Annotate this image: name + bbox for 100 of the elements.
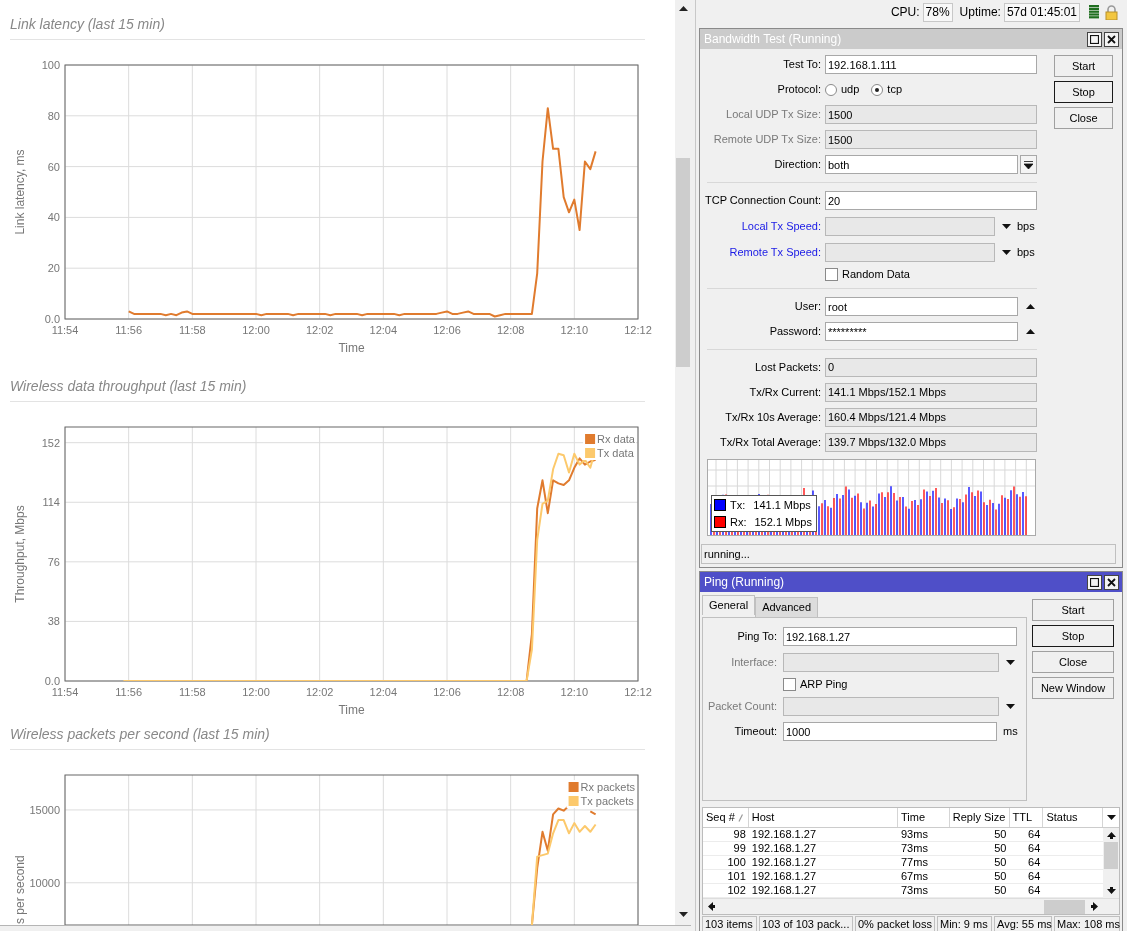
axis-tick-label: 0.0 — [44, 675, 60, 687]
text-field[interactable]: 1000 — [783, 722, 997, 741]
scroll-thumb[interactable] — [676, 158, 690, 367]
column-header[interactable]: Reply Size — [949, 808, 1010, 827]
axis-tick-label: 10000 — [29, 876, 60, 889]
table-cell-text: 192.168.1.27 — [750, 842, 817, 856]
field-label: Lost Packets: — [753, 360, 821, 376]
table-cell-text: 50 — [993, 842, 1008, 856]
dialog-button[interactable]: Start — [1032, 599, 1114, 621]
tab[interactable]: Advanced — [755, 597, 819, 617]
scrollbar[interactable] — [1103, 828, 1119, 898]
status-cell: Max: 108 ms — [1054, 916, 1120, 931]
axis-tick-label: 38 — [47, 615, 60, 628]
checkbox[interactable] — [783, 677, 796, 691]
tab[interactable]: General — [702, 595, 756, 615]
field-label: Remote UDP Tx Size: — [712, 132, 821, 148]
column-header[interactable]: Host — [748, 808, 899, 827]
scroll-thumb[interactable] — [1044, 900, 1085, 914]
axis-tick-label: 11:56 — [115, 324, 143, 336]
axis-tick-label: 12:02 — [305, 686, 334, 698]
field-label: Tx/Rx Total Average: — [718, 435, 821, 451]
arrow-down-icon[interactable] — [1024, 160, 1033, 169]
dialog-button[interactable]: New Window — [1032, 677, 1114, 699]
text-field[interactable]: 20 — [825, 191, 1037, 210]
table-cell-text: 101 — [726, 870, 747, 884]
axis-tick-label: 12:12 — [624, 686, 652, 698]
caret-up-icon[interactable] — [1025, 329, 1035, 334]
dialog-button[interactable]: Stop — [1032, 625, 1114, 647]
field-label: Interface: — [730, 654, 777, 670]
text-field[interactable]: 192.168.1.111 — [825, 55, 1037, 74]
scrollbar[interactable] — [703, 898, 1119, 914]
table-cell-text: 64 — [1027, 842, 1042, 856]
dropdown-button[interactable] — [1020, 155, 1037, 174]
axis-tick-label: 12:00 — [242, 686, 270, 698]
caret-down-icon[interactable] — [1001, 249, 1011, 255]
axis-tick-label: 12:02 — [305, 324, 334, 336]
caret-down-icon[interactable] — [1001, 223, 1011, 229]
field-label: Tx/Rx 10s Average: — [724, 410, 821, 426]
scroll-down-icon[interactable] — [678, 912, 688, 917]
legend-label: Rx data — [597, 433, 635, 445]
scroll-up-icon[interactable] — [1106, 831, 1116, 840]
axis-tick-label: 100 — [41, 59, 60, 71]
column-header[interactable]: TTL — [1009, 808, 1044, 827]
field-label: Timeout: — [733, 724, 777, 740]
dialog-button[interactable]: Start — [1054, 55, 1113, 77]
axis-tick-label: 11:58 — [178, 324, 206, 336]
radio-label: udp — [841, 82, 860, 98]
dialog-button[interactable]: Close — [1032, 651, 1114, 673]
cpu-readout: 78% — [922, 2, 953, 22]
field-label: Password: — [768, 324, 821, 340]
legend-swatch — [585, 434, 596, 444]
sort-icon[interactable] — [737, 813, 743, 822]
axis-title: Time — [338, 341, 365, 355]
value-display: 0 — [825, 358, 1037, 377]
axis-tick-label: 0.0 — [44, 313, 60, 325]
value-display: 139.7 Mbps/132.0 Mbps — [825, 433, 1037, 452]
axis-tick-label: 76 — [47, 555, 60, 568]
dialog-button[interactable]: Close — [1054, 107, 1113, 129]
field-label: Local Tx Speed: — [740, 218, 821, 234]
field-label: Ping To: — [736, 629, 777, 645]
scroll-thumb[interactable] — [1104, 842, 1118, 869]
dialog-button[interactable]: Stop — [1054, 81, 1113, 103]
table-cell-text: 64 — [1027, 856, 1042, 870]
axis-tick-label: 12:10 — [560, 686, 589, 698]
unit-label: bps — [1017, 244, 1035, 260]
caret-up-icon[interactable] — [1025, 304, 1035, 309]
status-cell: 0% packet loss — [855, 916, 935, 931]
status-cell: Min: 9 ms — [937, 916, 992, 931]
axis-title: Link latency, ms — [13, 149, 27, 235]
field-label: Direction: — [773, 157, 821, 173]
axis-tick-label: 12:10 — [560, 324, 589, 336]
field-label: Test To: — [782, 57, 821, 73]
text-field[interactable]: 192.168.1.27 — [783, 627, 1017, 646]
axis-tick-label: 12:00 — [242, 324, 270, 336]
scroll-left-icon[interactable] — [707, 902, 716, 911]
checkbox[interactable] — [825, 267, 838, 281]
caret-down-icon[interactable] — [1106, 815, 1116, 820]
text-field[interactable]: both — [825, 155, 1018, 174]
axis-tick-label: 12:04 — [369, 686, 398, 698]
scroll-right-icon[interactable] — [1090, 902, 1099, 911]
axis-title: Throughput, Mbps — [13, 505, 27, 603]
radio-button[interactable] — [825, 83, 837, 96]
caret-down-icon[interactable] — [1005, 659, 1015, 665]
axis-tick-label: 11:58 — [178, 686, 206, 698]
scroll-down-icon[interactable] — [1106, 886, 1116, 895]
caret-down-icon[interactable] — [1005, 703, 1015, 709]
text-field[interactable]: ********* — [825, 322, 1018, 341]
radio-button[interactable] — [871, 83, 884, 96]
status-bar: running... — [701, 544, 1116, 564]
table-cell-text: 50 — [993, 828, 1008, 842]
table-cell-text: 73ms — [900, 884, 929, 898]
column-header[interactable]: Seq # — [703, 808, 749, 827]
legend-value: 152.1 Mbps — [754, 514, 812, 530]
value-display: 160.4 Mbps/121.4 Mbps — [825, 408, 1037, 427]
status-cell: 103 items — [702, 916, 757, 931]
column-header[interactable]: Time — [898, 808, 950, 827]
field-label: Tx/Rx Current: — [748, 385, 821, 401]
scroll-up-icon[interactable] — [678, 6, 688, 11]
text-field[interactable]: root — [825, 297, 1018, 316]
value-display: 141.1 Mbps/152.1 Mbps — [825, 383, 1037, 402]
